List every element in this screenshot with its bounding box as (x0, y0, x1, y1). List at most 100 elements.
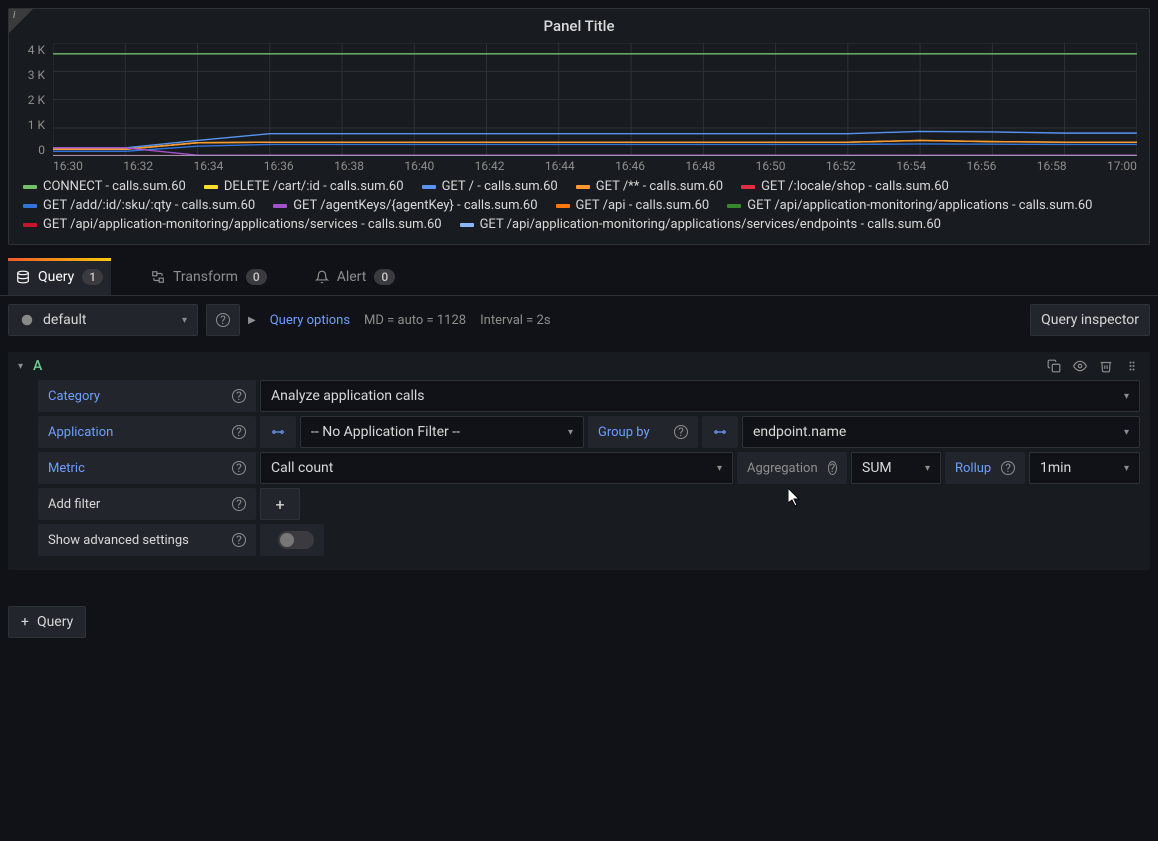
x-tick: 16:40 (404, 159, 434, 173)
x-tick: 16:30 (53, 159, 83, 173)
tab-query-label: Query (38, 269, 74, 285)
label-add-filter: Add filter ? (38, 488, 256, 520)
add-query-button[interactable]: + Query (8, 606, 86, 638)
metric-value: Call count (271, 460, 333, 476)
tab-transform[interactable]: Transform 0 (143, 259, 275, 295)
legend-item[interactable]: GET / - calls.sum.60 (422, 177, 558, 196)
legend-item[interactable]: GET /api - calls.sum.60 (556, 196, 710, 215)
select-aggregation[interactable]: SUM ▾ (851, 452, 941, 484)
datasource-name: default (43, 312, 87, 328)
x-tick: 16:32 (123, 159, 153, 173)
help-icon[interactable]: ? (232, 533, 246, 547)
bell-icon (315, 270, 329, 284)
drag-handle-icon[interactable] (1124, 358, 1140, 374)
groupby-link-icon[interactable] (702, 416, 738, 448)
duplicate-icon[interactable] (1046, 358, 1062, 374)
info-icon[interactable]: i (13, 10, 15, 21)
trash-icon[interactable] (1098, 358, 1114, 374)
legend-item[interactable]: CONNECT - calls.sum.60 (23, 177, 186, 196)
datasource-picker[interactable]: default ▾ (8, 304, 198, 336)
tab-transform-label: Transform (173, 269, 238, 285)
groupby-value: endpoint.name (753, 424, 846, 440)
help-icon[interactable]: ? (674, 425, 688, 439)
legend-label: CONNECT - calls.sum.60 (43, 179, 186, 194)
legend-swatch (204, 185, 218, 189)
x-tick: 16:36 (264, 159, 294, 173)
chevron-down-icon: ▾ (925, 463, 930, 474)
legend-label: GET /api - calls.sum.60 (576, 198, 710, 213)
legend-label: GET /agentKeys/{agentKey} - calls.sum.60 (293, 198, 537, 213)
legend-swatch (460, 223, 474, 227)
chevron-down-icon: ▾ (568, 427, 573, 438)
query-inspector-button[interactable]: Query inspector (1030, 304, 1150, 336)
select-application[interactable]: -- No Application Filter -- ▾ (300, 416, 584, 448)
help-icon[interactable]: ? (232, 461, 246, 475)
help-icon: ? (216, 313, 230, 327)
x-tick: 16:46 (615, 159, 645, 173)
chart-plot-area[interactable] (53, 43, 1137, 156)
label-application: Application ? (38, 416, 256, 448)
eye-icon[interactable] (1072, 358, 1088, 374)
legend-item[interactable]: GET /add/:id/:sku/:qty - calls.sum.60 (23, 196, 255, 215)
y-tick: 3 K (17, 68, 49, 82)
datasource-icon (19, 313, 35, 327)
label-groupby: Group by ? (588, 416, 698, 448)
help-icon[interactable]: ? (1001, 461, 1015, 475)
legend-label: GET /add/:id/:sku/:qty - calls.sum.60 (43, 198, 255, 213)
legend-item[interactable]: GET /agentKeys/{agentKey} - calls.sum.60 (273, 196, 537, 215)
chevron-down-icon: ▾ (182, 315, 187, 326)
y-axis: 01 K2 K3 K4 K (17, 43, 49, 157)
query-inspector-label: Query inspector (1041, 312, 1139, 328)
select-rollup[interactable]: 1min ▾ (1029, 452, 1140, 484)
md-info: MD = auto = 1128 (364, 313, 466, 328)
application-value: -- No Application Filter -- (311, 424, 460, 440)
chevron-down-icon: ▾ (1124, 391, 1129, 402)
legend-item[interactable]: GET /:locale/shop - calls.sum.60 (741, 177, 949, 196)
x-tick: 16:48 (685, 159, 715, 173)
legend-item[interactable]: GET /api/application-monitoring/applicat… (23, 215, 442, 234)
row-category: Category ? Analyze application calls ▾ (38, 380, 1140, 412)
label-category: Category ? (38, 380, 256, 412)
query-options-row[interactable]: ▶ Query options MD = auto = 1128 Interva… (248, 313, 551, 328)
legend-item[interactable]: DELETE /cart/:id - calls.sum.60 (204, 177, 404, 196)
plus-icon: + (275, 495, 284, 514)
select-metric[interactable]: Call count ▾ (260, 452, 733, 484)
y-tick: 4 K (17, 43, 49, 57)
legend-label: GET / - calls.sum.60 (442, 179, 558, 194)
legend-item[interactable]: GET /** - calls.sum.60 (576, 177, 723, 196)
chevron-down-icon: ▾ (1124, 427, 1129, 438)
row-add-filter: Add filter ? + (38, 488, 1140, 520)
x-tick: 17:00 (1107, 159, 1137, 173)
datasource-help-button[interactable]: ? (206, 304, 240, 336)
tab-alert[interactable]: Alert 0 (307, 259, 403, 295)
interval-info: Interval = 2s (480, 313, 550, 328)
legend-label: GET /:locale/shop - calls.sum.60 (761, 179, 949, 194)
add-filter-button[interactable]: + (260, 488, 300, 520)
chevron-down-icon[interactable]: ▾ (18, 361, 23, 372)
legend-item[interactable]: GET /api/application-monitoring/applicat… (460, 215, 941, 234)
help-icon[interactable]: ? (828, 461, 837, 475)
query-letter[interactable]: A (33, 358, 42, 374)
help-icon[interactable]: ? (232, 425, 246, 439)
toggle-advanced[interactable] (278, 531, 314, 549)
legend-swatch (727, 204, 741, 208)
x-tick: 16:34 (194, 159, 224, 173)
query-header[interactable]: ▾ A (8, 352, 1150, 380)
editor-tabs: Query 1 Transform 0 Alert 0 (0, 259, 1158, 296)
tab-query[interactable]: Query 1 (8, 259, 111, 295)
toggle-advanced-wrap (260, 524, 324, 556)
chart-panel: i Panel Title 01 K2 K3 K4 K 16:3016:3216… (8, 8, 1150, 245)
legend-swatch (576, 185, 590, 189)
aggregation-value: SUM (862, 460, 892, 476)
legend-item[interactable]: GET /api/application-monitoring/applicat… (727, 196, 1092, 215)
select-groupby[interactable]: endpoint.name ▾ (742, 416, 1140, 448)
help-icon[interactable]: ? (232, 497, 246, 511)
app-link-icon[interactable] (260, 416, 296, 448)
help-icon[interactable]: ? (232, 389, 246, 403)
legend-swatch (422, 185, 436, 189)
legend-swatch (273, 204, 287, 208)
transform-icon (151, 270, 165, 284)
rollup-value: 1min (1040, 460, 1071, 476)
select-category[interactable]: Analyze application calls ▾ (260, 380, 1140, 412)
legend-swatch (23, 204, 37, 208)
